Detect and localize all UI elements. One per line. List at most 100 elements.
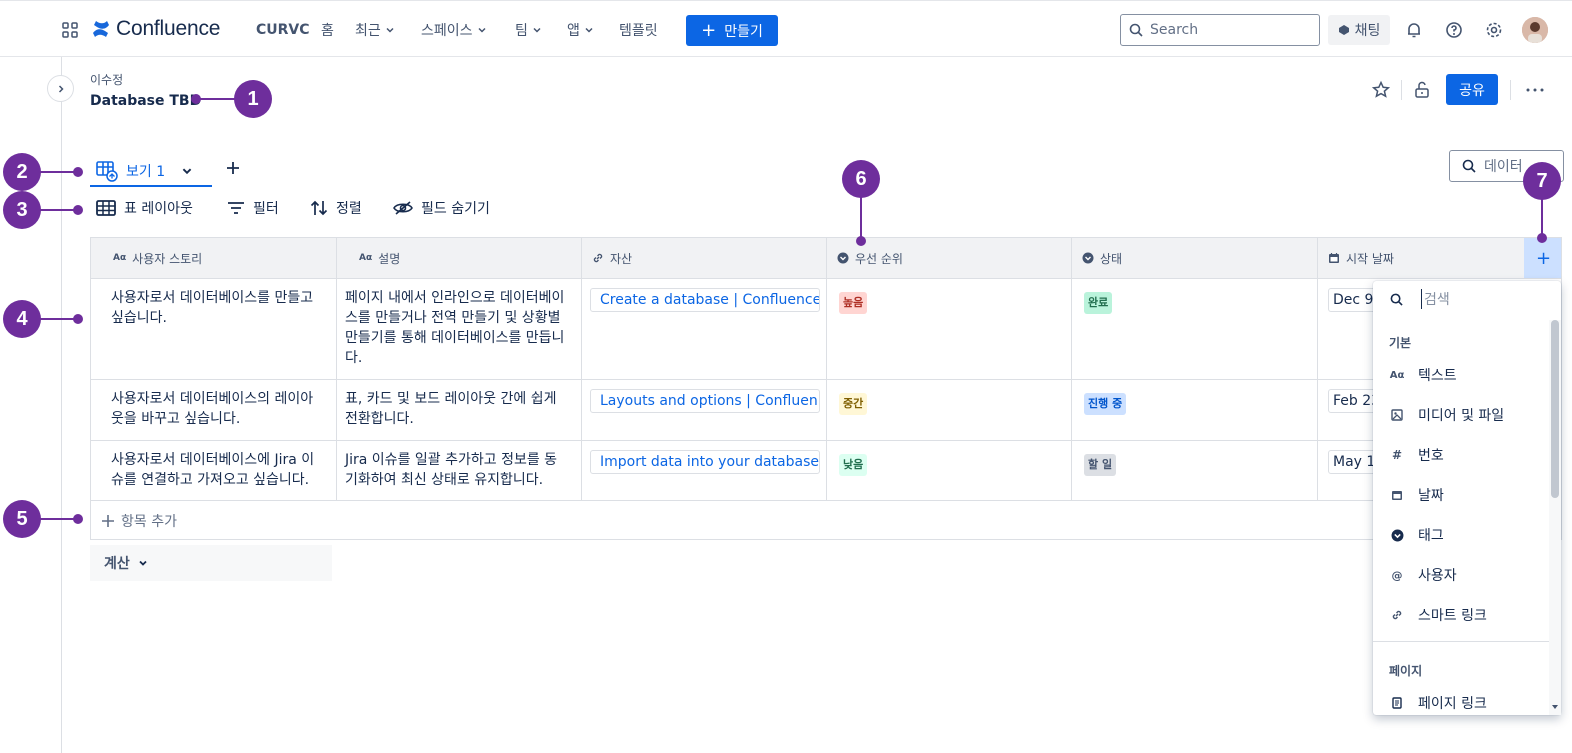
- table-layout-icon: [96, 200, 116, 216]
- nav-item-teams[interactable]: 팀: [515, 20, 542, 40]
- marker-pointer-line: [1541, 199, 1543, 237]
- annotation-marker-2: 2: [3, 153, 41, 191]
- annotation-marker-5: 5: [3, 500, 41, 538]
- hide-fields-label: 필드 숨기기: [421, 201, 490, 217]
- table-row[interactable]: 사용자로서 데이터베이스에 Jira 이슈를 연결하고 가져오고 싶습니다. J…: [91, 441, 1561, 501]
- link-icon: [593, 253, 603, 263]
- field-type-tag[interactable]: 태그: [1373, 515, 1549, 555]
- global-search-input[interactable]: Search: [1120, 14, 1320, 46]
- scroll-down-arrow-icon[interactable]: [1551, 703, 1559, 711]
- cell-description[interactable]: Jira 이슈를 일괄 추가하고 정보를 동기화하여 최신 상태로 유지합니다.: [337, 441, 582, 500]
- smart-link[interactable]: Create a database | Confluence ...: [590, 288, 820, 312]
- marker-pointer-line: [860, 197, 862, 241]
- field-type-user[interactable]: @ 사용자: [1373, 555, 1549, 595]
- chevron-down-icon[interactable]: [181, 165, 193, 177]
- smart-link-text: Layouts and options | Confluen...: [600, 393, 820, 409]
- column-label: 시작 날짜: [1346, 251, 1394, 266]
- field-type-date[interactable]: 날짜: [1373, 475, 1549, 515]
- help-icon[interactable]: [1444, 20, 1464, 40]
- more-icon[interactable]: [1525, 80, 1545, 100]
- add-view-icon[interactable]: [223, 158, 243, 178]
- cell-status[interactable]: 할 일: [1072, 441, 1318, 500]
- create-button[interactable]: + 만들기: [686, 15, 778, 46]
- nav-item-apps[interactable]: 앱: [567, 20, 594, 40]
- field-type-label: 날짜: [1418, 488, 1444, 504]
- avatar-image: [1522, 17, 1548, 43]
- calculate-button[interactable]: 계산: [90, 545, 332, 581]
- filter-button[interactable]: 필터: [227, 198, 279, 218]
- layout-button[interactable]: 표 레이아웃: [96, 198, 193, 218]
- sort-button[interactable]: 정렬: [310, 198, 362, 218]
- nav-item-home[interactable]: 홈: [321, 20, 334, 40]
- smart-link[interactable]: Import data into your database...: [590, 450, 820, 474]
- column-header-start-date[interactable]: 시작 날짜: [1318, 238, 1524, 278]
- active-tab-indicator: [90, 185, 212, 187]
- nav-item-recent[interactable]: 최근: [355, 20, 395, 40]
- calendar-icon: [1390, 488, 1404, 502]
- app-switcher-icon[interactable]: [62, 22, 78, 38]
- smart-link[interactable]: Layouts and options | Confluen...: [590, 389, 820, 413]
- add-row-button[interactable]: 항목 추가: [91, 501, 1561, 539]
- breadcrumb[interactable]: 이수정: [90, 71, 123, 88]
- field-type-number[interactable]: # 번호: [1373, 435, 1549, 475]
- confluence-logo[interactable]: Confluence: [92, 17, 220, 41]
- field-search-placeholder: 검색: [1421, 289, 1450, 309]
- nav-item-spaces[interactable]: 스페이스: [421, 20, 487, 40]
- cell-description[interactable]: 표, 카드 및 보드 레이아웃 간에 쉽게 전환합니다.: [337, 380, 582, 440]
- cell-user-story[interactable]: 사용자로서 데이터베이스에 Jira 이슈를 연결하고 가져오고 싶습니다.: [91, 441, 337, 500]
- nav-item-space[interactable]: CURVC: [256, 20, 310, 40]
- cell-description[interactable]: 페이지 내에서 인라인으로 데이터베이스를 만들거나 전역 만들기 및 상황별 …: [337, 279, 582, 379]
- field-type-label: 미디어 및 파일: [1418, 408, 1505, 424]
- nav-item-templates[interactable]: 템플릿: [619, 20, 658, 40]
- field-type-menu: 검색 기본 Aα 텍스트 미디어 및 파일 # 번호 날짜 태그 @ 사용자 스…: [1373, 281, 1561, 715]
- column-header-user-story[interactable]: Aα 사용자 스토리: [91, 238, 337, 278]
- field-type-page-link[interactable]: 페이지 링크: [1373, 683, 1549, 715]
- add-field-button[interactable]: +: [1524, 238, 1561, 278]
- table-row[interactable]: 사용자로서 데이터베이스의 레이아웃을 바꾸고 싶습니다. 표, 카드 및 보드…: [91, 380, 1561, 441]
- hide-fields-button[interactable]: 필드 숨기기: [393, 198, 490, 218]
- user-avatar[interactable]: [1522, 17, 1548, 43]
- table-row[interactable]: 사용자로서 데이터베이스를 만들고 싶습니다. 페이지 내에서 인라인으로 데이…: [91, 279, 1561, 380]
- text-icon: Aα: [359, 253, 373, 263]
- cell-user-story[interactable]: 사용자로서 데이터베이스의 레이아웃을 바꾸고 싶습니다.: [91, 380, 337, 440]
- menu-divider: [1373, 641, 1549, 642]
- star-icon[interactable]: [1371, 80, 1391, 100]
- calendar-icon: [1329, 253, 1339, 263]
- cell-asset[interactable]: Layouts and options | Confluen...: [582, 380, 827, 440]
- confluence-logo-icon: [93, 21, 109, 37]
- cell-status[interactable]: 진행 중: [1072, 380, 1318, 440]
- chevron-down-icon: [139, 560, 147, 566]
- cell-priority[interactable]: 높음: [827, 279, 1072, 379]
- annotation-marker-4: 4: [3, 300, 41, 338]
- share-button[interactable]: 공유: [1446, 74, 1498, 105]
- cell-user-story[interactable]: 사용자로서 데이터베이스를 만들고 싶습니다.: [91, 279, 337, 379]
- field-type-media[interactable]: 미디어 및 파일: [1373, 395, 1549, 435]
- gear-icon[interactable]: [1484, 20, 1504, 40]
- menu-scrollbar-thumb[interactable]: [1551, 320, 1559, 498]
- hash-icon: #: [1391, 448, 1403, 462]
- field-search-input[interactable]: 검색: [1373, 281, 1561, 317]
- field-type-text[interactable]: Aα 텍스트: [1373, 355, 1549, 395]
- cell-asset[interactable]: Create a database | Confluence ...: [582, 279, 827, 379]
- chevron-down-icon: [585, 27, 593, 33]
- tab-view-1[interactable]: 보기 1: [90, 154, 204, 188]
- column-header-description[interactable]: Aα 설명: [337, 238, 582, 278]
- page-icon: [1390, 696, 1404, 710]
- cell-priority[interactable]: 중간: [827, 380, 1072, 440]
- cell-asset[interactable]: Import data into your database...: [582, 441, 827, 500]
- chevron-down-icon: [533, 27, 541, 33]
- cell-priority[interactable]: 낮음: [827, 441, 1072, 500]
- chat-label: 채팅: [1354, 23, 1381, 39]
- search-placeholder: Search: [1150, 22, 1199, 38]
- column-header-status[interactable]: 상태: [1072, 238, 1318, 278]
- chat-button[interactable]: 채팅: [1328, 15, 1390, 45]
- field-type-smart-link[interactable]: 스마트 링크: [1373, 595, 1549, 635]
- tag-icon: [837, 252, 849, 264]
- column-label: 사용자 스토리: [132, 251, 203, 266]
- column-label: 우선 순위: [855, 251, 903, 266]
- expand-sidebar-button[interactable]: [47, 75, 74, 102]
- column-header-asset[interactable]: 자산: [582, 238, 827, 278]
- unlock-icon[interactable]: [1412, 80, 1432, 100]
- bell-icon[interactable]: [1404, 20, 1424, 40]
- cell-status[interactable]: 완료: [1072, 279, 1318, 379]
